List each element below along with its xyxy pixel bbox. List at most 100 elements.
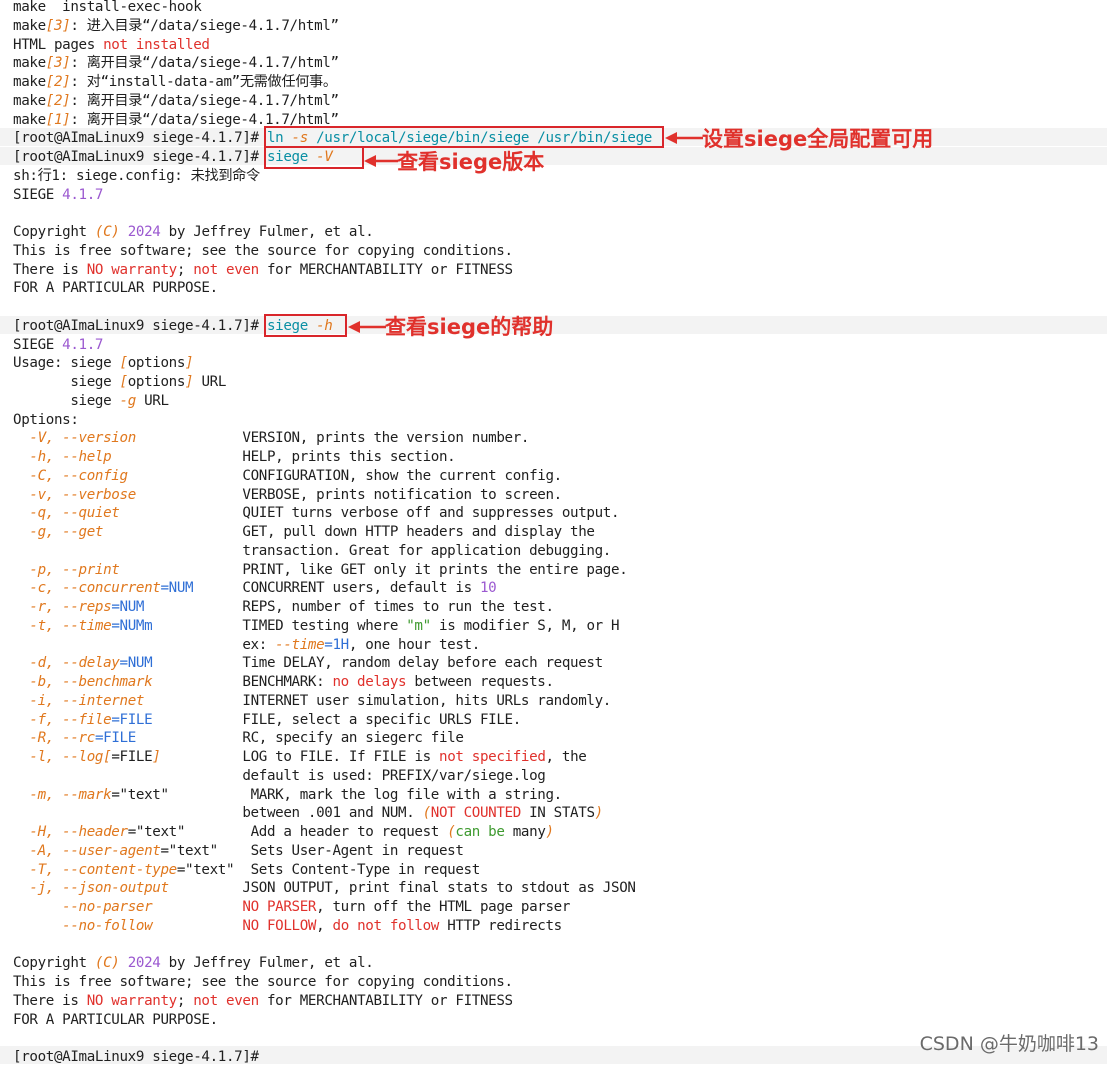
terminal-text-segment: , the	[545, 749, 587, 765]
command-highlight-box-ln	[264, 126, 664, 148]
terminal-line: Copyright (C) 2024 by Jeffrey Fulmer, et…	[13, 954, 374, 972]
terminal-window[interactable]: make install-exec-hook make[3]: 进入目录“/dat…	[0, 0, 1107, 1065]
terminal-line: Options:	[13, 411, 79, 429]
terminal-text-segment: REPS, number of times to run the test.	[144, 599, 554, 615]
terminal-line: make[3]: 离开目录“/data/siege-4.1.7/html”	[13, 54, 339, 72]
terminal-text-segment: URL	[135, 392, 169, 409]
terminal-line: -t, --time=NUMm TIMED testing where "m" …	[13, 617, 619, 635]
terminal-text-segment: FOR A PARTICULAR PURPOSE.	[13, 1011, 218, 1028]
terminal-text-segment: make	[13, 92, 46, 109]
terminal-text-segment: for MERCHANTABILITY or FITNESS	[258, 261, 513, 278]
terminal-text-segment: NO PARSER	[242, 899, 317, 915]
terminal-text-segment: =NUMm	[111, 617, 153, 634]
terminal-text-segment: There is	[13, 261, 87, 278]
terminal-text-segment: ex:	[13, 636, 276, 653]
terminal-text-segment: is modifier S, M, or H	[430, 617, 620, 634]
terminal-text-segment: make install-exec-hook	[13, 0, 202, 15]
terminal-line: -b, --benchmark BENCHMARK: no delays bet…	[13, 673, 554, 691]
terminal-text-segment: -b, --benchmark	[29, 674, 153, 690]
terminal-text-segment: RC, specify an siegerc file	[135, 730, 464, 747]
terminal-text-segment: VERBOSE, prints notification to screen.	[135, 486, 562, 503]
terminal-text-segment: : 离开目录“/data/siege-4.1.7/html”	[70, 92, 339, 109]
terminal-line: -l, --log[=FILE] LOG to FILE. If FILE is…	[13, 748, 586, 766]
arrow-left-icon	[364, 155, 398, 167]
terminal-line: There is NO warranty; not even for MERCH…	[13, 261, 513, 279]
terminal-text-segment: many	[504, 824, 546, 840]
terminal-text-segment: QUIET turns verbose off and suppresses o…	[119, 505, 620, 522]
terminal-text-segment: [	[119, 355, 129, 372]
terminal-text-segment: -j, --json-output	[29, 880, 169, 897]
terminal-line: SIEGE 4.1.7	[13, 336, 103, 354]
terminal-text-segment: JSON OUTPUT, print final stats to stdout…	[168, 880, 636, 897]
terminal-text-segment: between requests.	[406, 674, 554, 690]
terminal-line: -r, --reps=NUM REPS, number of times to …	[13, 598, 554, 616]
terminal-text-segment: -f, --file	[29, 711, 112, 728]
terminal-text-segment: , turn off the HTML page parser	[316, 899, 571, 915]
terminal-text-segment: transaction. Great for application debug…	[13, 542, 611, 559]
command-highlight-box-version	[264, 146, 364, 169]
terminal-text-segment: HTML pages	[13, 36, 104, 53]
terminal-line: ex: --time=1H, one hour test.	[13, 636, 480, 654]
terminal-text-segment: -i, --internet	[29, 692, 145, 709]
terminal-line: -j, --json-output JSON OUTPUT, print fin…	[13, 879, 636, 897]
annotation-help: 查看siege的帮助	[385, 315, 554, 339]
terminal-text-segment: NOT COUNTED	[430, 805, 521, 822]
terminal-text-segment: SIEGE	[13, 336, 63, 353]
terminal-text-segment: [3]	[45, 17, 71, 34]
terminal-text-segment: ="text" MARK, mark the log file with a s…	[111, 786, 562, 803]
terminal-text-segment: ,	[316, 917, 333, 934]
terminal-text-segment: Options:	[13, 411, 79, 428]
command-highlight-box-help	[264, 314, 347, 337]
terminal-text-segment: [1]	[45, 111, 71, 128]
terminal-line: make[3]: 进入目录“/data/siege-4.1.7/html”	[13, 17, 339, 35]
terminal-text-segment: [2]	[45, 74, 71, 90]
terminal-line: -T, --content-type="text" Sets Content-T…	[13, 861, 480, 879]
terminal-text-segment: IN STATS	[520, 805, 595, 822]
terminal-text-segment: TIMED testing where	[152, 617, 407, 634]
terminal-text-segment: make	[13, 55, 46, 72]
terminal-text-segment: -g	[119, 392, 137, 409]
terminal-line: -p, --print PRINT, like GET only it prin…	[13, 561, 627, 579]
terminal-text-segment: siege	[13, 374, 120, 390]
terminal-line: -C, --config CONFIGURATION, show the cur…	[13, 467, 562, 485]
terminal-text-segment: -H, --header	[29, 824, 128, 840]
terminal-text-segment: LOG to FILE. If FILE is	[160, 749, 440, 765]
terminal-text-segment: CONFIGURATION, show the current config.	[127, 467, 562, 484]
terminal-text-segment: -t, --time	[29, 617, 112, 634]
terminal-text-segment: =1H	[324, 636, 349, 653]
terminal-text-segment: -T, --content-type	[29, 861, 177, 878]
terminal-text-segment: NO warranty	[86, 992, 177, 1009]
terminal-line: make[2]: 离开目录“/data/siege-4.1.7/html”	[13, 92, 339, 110]
terminal-line: -i, --internet INTERNET user simulation,…	[13, 692, 611, 710]
terminal-text-segment: make	[13, 17, 46, 34]
terminal-text-segment: between .001 and NUM.	[13, 805, 423, 822]
terminal-text-segment: can be	[455, 824, 505, 840]
terminal-text-segment: )	[545, 824, 555, 840]
terminal-text-segment: -A, --user-agent	[29, 842, 161, 859]
terminal-text-segment: ]	[152, 749, 161, 765]
terminal-text-segment: =NUM	[119, 655, 153, 672]
terminal-text-segment: [3]	[45, 55, 71, 72]
terminal-text-segment: 10	[479, 580, 497, 597]
terminal-text-segment: FILE, select a specific URLS FILE.	[152, 711, 521, 728]
terminal-text-segment: -V, --version	[29, 430, 136, 447]
terminal-line: -h, --help HELP, prints this section.	[13, 448, 455, 466]
terminal-line: -d, --delay=NUM Time DELAY, random delay…	[13, 654, 603, 672]
annotation-ln: 设置siege全局配置可用	[702, 127, 934, 151]
